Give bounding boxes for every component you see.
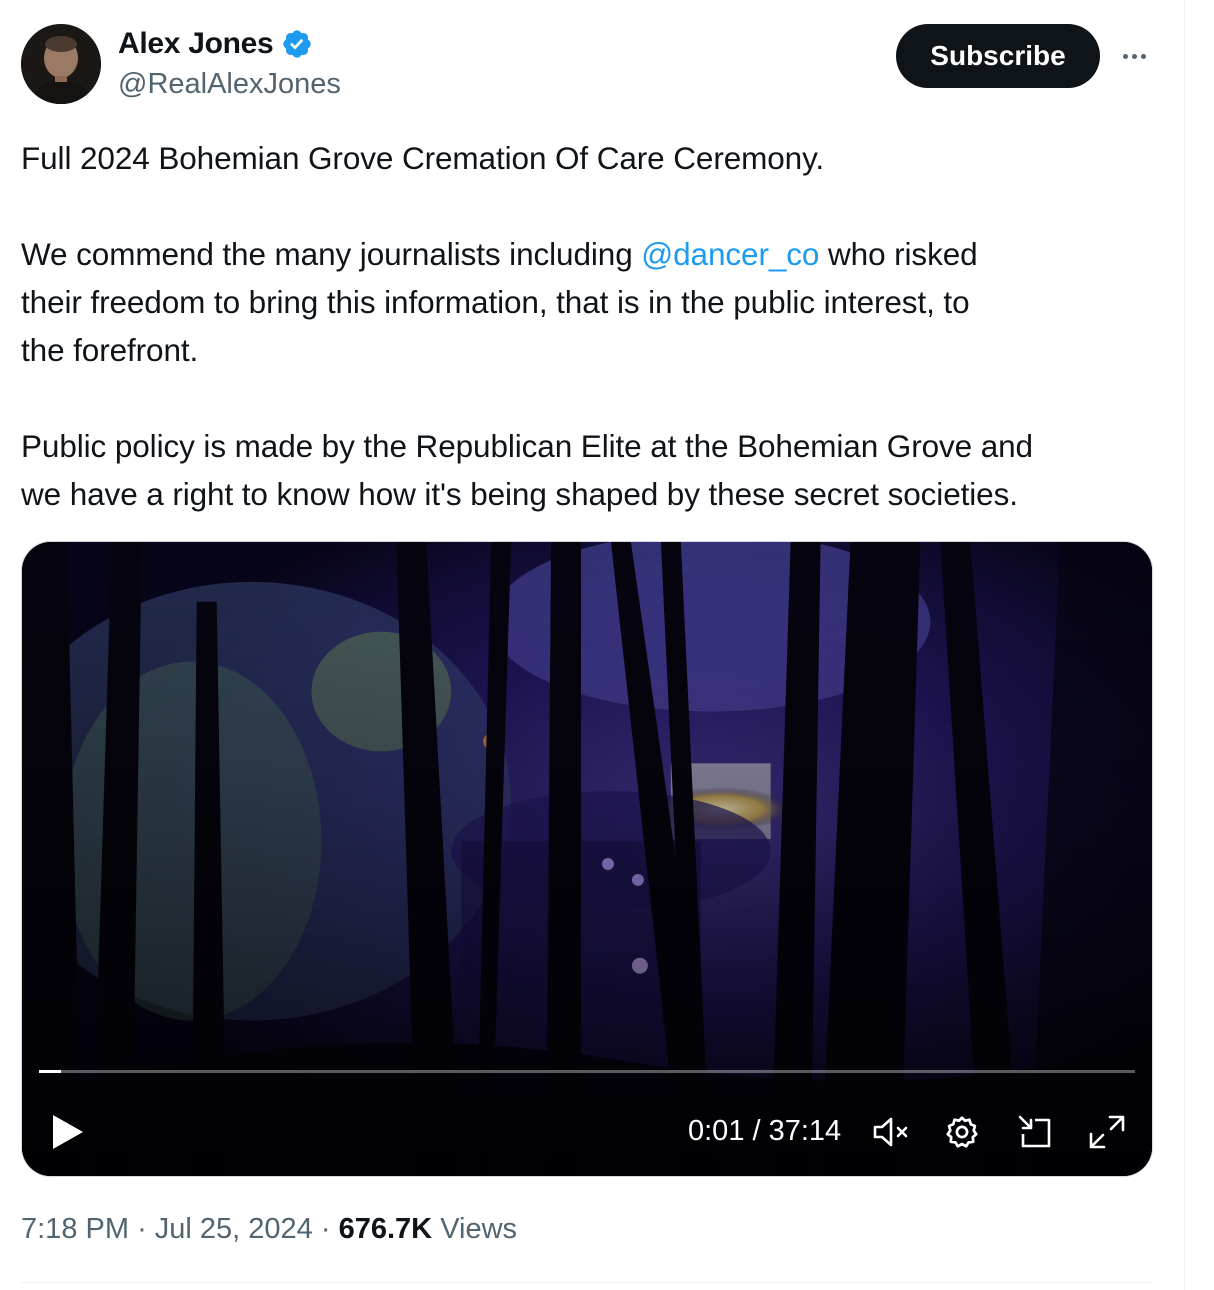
pip-icon[interactable] [1017,1114,1055,1150]
more-dot [1122,53,1128,59]
tweet-text-segment: who risked [819,236,978,272]
progress-fill [39,1070,61,1073]
play-icon[interactable] [50,1112,86,1152]
meta-separator: · [320,1213,331,1245]
mention-link[interactable]: @dancer_co [641,236,819,272]
tweet-text: Full 2024 Bohemian Grove Cremation Of Ca… [21,134,1171,518]
tweet-meta: 7:18 PM · Jul 25, 2024 · 676.7K Views [21,1209,517,1249]
divider [21,1282,1153,1283]
video-time: 0:01 / 37:14 [688,1115,842,1147]
tweet-line: we have a right to know how it's being s… [21,476,1018,512]
progress-bar[interactable] [39,1070,1135,1073]
avatar-image [21,24,101,104]
fullscreen-icon[interactable] [1088,1114,1126,1150]
video-frame [22,542,1152,1176]
tweet-line: Full 2024 Bohemian Grove Cremation Of Ca… [21,140,825,176]
tweet-date[interactable]: Jul 25, 2024 [155,1213,313,1245]
verified-badge-icon [283,30,312,58]
author-name-text: Alex Jones [118,27,274,60]
tweet-line: their freedom to bring this information,… [21,284,970,320]
views-label: Views [440,1213,518,1245]
tweet-text-segment: We commend the many journalists includin… [21,236,642,272]
tweet-line: the forefront. [21,332,199,368]
subscribe-button[interactable]: Subscribe [896,24,1100,88]
tweet-line: We commend the many journalists includin… [21,230,1171,278]
video-player[interactable]: 0:01 / 37:14 [21,541,1153,1177]
views-count: 676.7K [338,1213,433,1245]
settings-icon[interactable] [944,1114,980,1150]
more-dot [1131,53,1137,59]
mute-icon[interactable] [872,1115,912,1149]
right-border [1184,0,1185,1290]
tweet-line: Public policy is made by the Republican … [21,428,1033,464]
author-handle[interactable]: @RealAlexJones [118,66,341,102]
meta-separator: · [137,1213,147,1245]
avatar[interactable] [21,24,101,104]
more-horizontal-icon[interactable] [1114,40,1154,72]
author-name[interactable]: Alex Jones [118,26,313,62]
more-dot [1140,53,1146,59]
tweet-time[interactable]: 7:18 PM [21,1213,129,1245]
